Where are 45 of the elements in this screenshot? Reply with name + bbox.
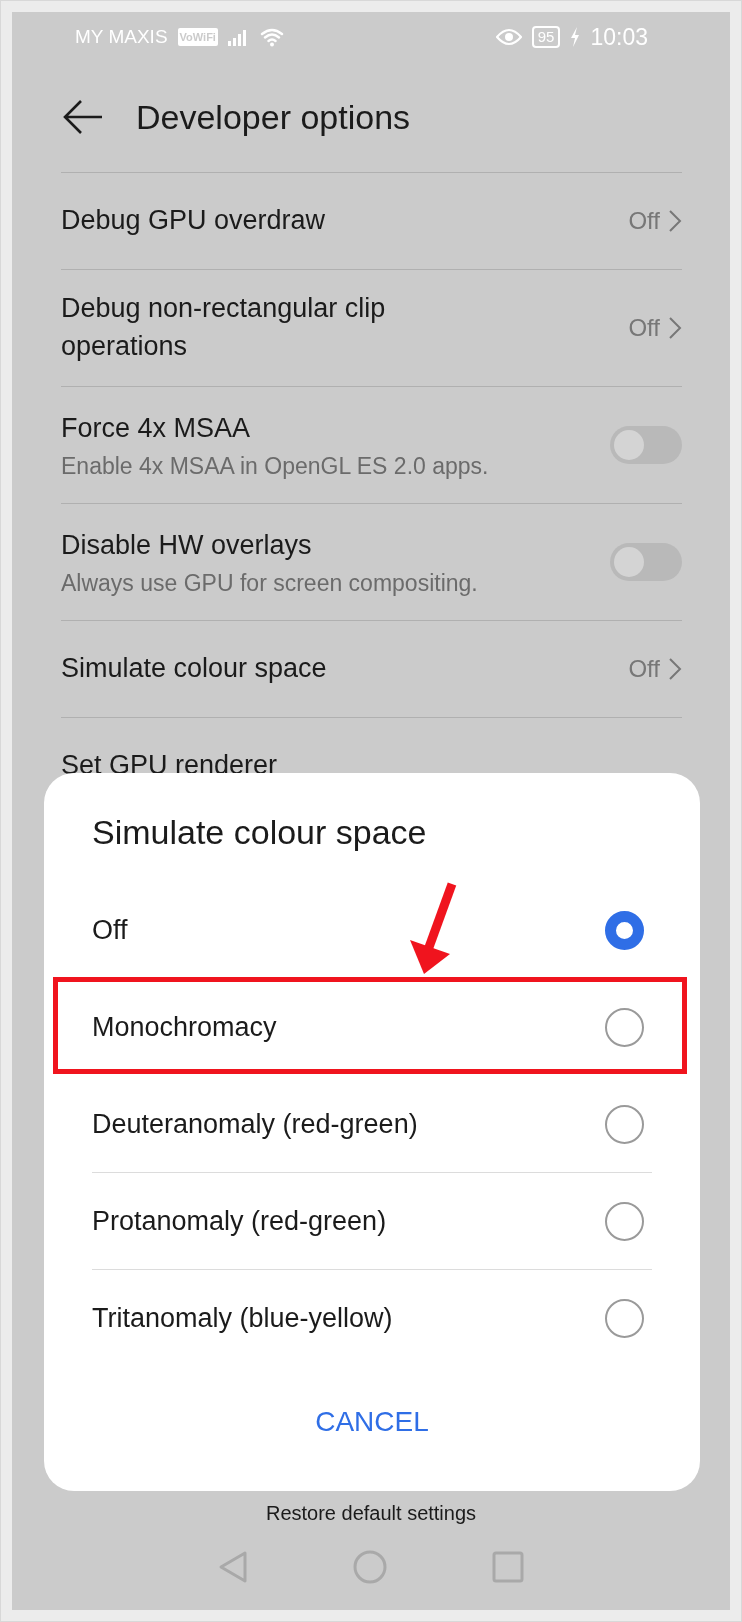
radio-option[interactable]: Off (92, 881, 652, 978)
radio-option[interactable]: Tritanomaly (blue-yellow) (92, 1269, 652, 1366)
settings-row[interactable]: Disable HW overlays Always use GPU for screen compositing. (61, 503, 682, 620)
back-nav-icon[interactable] (218, 1549, 248, 1584)
chevron-icon (668, 657, 682, 681)
restore-defaults-link[interactable]: Restore default settings (265, 1502, 477, 1524)
chevron-icon (668, 316, 682, 340)
back-arrow-icon[interactable] (62, 99, 104, 135)
radio-option[interactable]: Deuteranomaly (red-green) (92, 1075, 652, 1172)
radio-option[interactable]: Protanomaly (red-green) (92, 1172, 652, 1269)
settings-row[interactable]: Simulate colour space Off (61, 620, 682, 717)
row-value: Off (628, 655, 660, 683)
radio-button[interactable] (605, 1201, 644, 1241)
cancel-button[interactable]: CANCEL (295, 1396, 449, 1448)
row-title: Debug non-rectangular clip operations (61, 292, 387, 363)
recents-nav-icon[interactable] (492, 1550, 524, 1583)
option-label: Tritanomaly (blue-yellow) (92, 1302, 393, 1334)
settings-row[interactable]: Debug GPU overdraw Off (61, 172, 682, 269)
dialog-title: Simulate colour space (92, 812, 428, 853)
row-value: Off (628, 207, 660, 235)
row-value: Off (628, 314, 660, 342)
eye-icon (495, 28, 522, 46)
chevron-icon (668, 209, 682, 233)
wifi-icon (259, 27, 284, 47)
row-title: Debug GPU overdraw (61, 204, 327, 238)
row-title: Disable HW overlays (61, 528, 313, 562)
radio-button[interactable] (605, 1104, 644, 1144)
option-label: Protanomaly (red-green) (92, 1205, 387, 1237)
row-title: Simulate colour space (61, 652, 328, 686)
toggle-switch[interactable] (610, 426, 682, 464)
option-label: Deuteranomaly (red-green) (92, 1108, 418, 1140)
row-subtitle: Enable 4x MSAA in OpenGL ES 2.0 apps. (61, 453, 490, 481)
row-subtitle: Always use GPU for screen compositing. (61, 570, 479, 598)
settings-row[interactable]: Debug non-rectangular clip operations Off (61, 269, 682, 386)
page-title: Developer options (136, 97, 411, 137)
radio-button[interactable] (605, 1007, 644, 1047)
settings-row[interactable]: Force 4x MSAA Enable 4x MSAA in OpenGL ES 2.0 apps. (61, 386, 682, 503)
home-nav-icon[interactable] (353, 1549, 387, 1584)
option-label: Monochromacy (92, 1011, 277, 1043)
radio-button[interactable] (605, 1298, 644, 1338)
radio-button[interactable] (605, 910, 644, 950)
row-title: Force 4x MSAA (61, 411, 252, 445)
option-label: Off (92, 914, 128, 946)
radio-option[interactable]: Monochromacy (92, 978, 652, 1075)
toggle-switch[interactable] (610, 543, 682, 581)
